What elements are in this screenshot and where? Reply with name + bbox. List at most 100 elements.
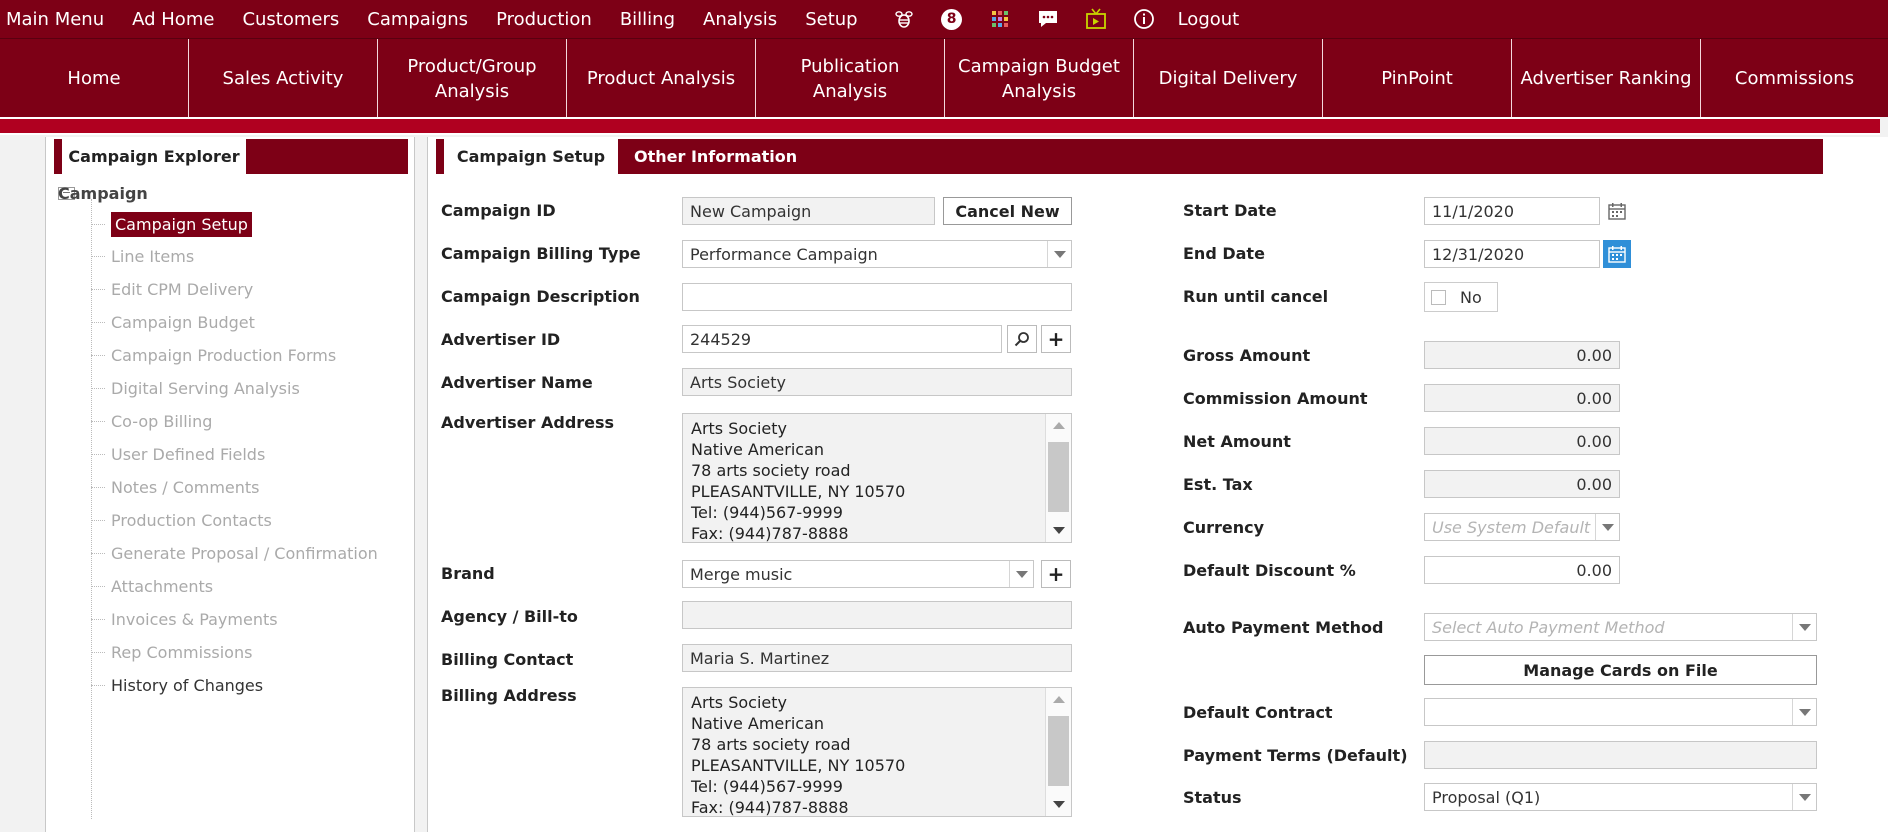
currency-label: Currency xyxy=(1183,518,1265,537)
address-line: Tel: (944)567-9999 xyxy=(691,777,843,796)
app-grid-icon[interactable] xyxy=(988,7,1012,31)
campaign-explorer-panel: Campaign Explorer − Campaign Campaign Se… xyxy=(45,137,415,832)
tree-item-notes-comments[interactable]: Notes / Comments xyxy=(91,472,260,502)
menu-production[interactable]: Production xyxy=(490,9,600,30)
chevron-down-icon[interactable] xyxy=(1792,784,1816,810)
brand-label: Brand xyxy=(441,564,495,583)
tree-item-user-defined-fields[interactable]: User Defined Fields xyxy=(91,439,265,469)
menu-analysis[interactable]: Analysis xyxy=(697,9,785,30)
campaign-id-label: Campaign ID xyxy=(441,201,556,220)
checkbox-box xyxy=(1431,289,1446,305)
tree-item-rep-commissions[interactable]: Rep Commissions xyxy=(91,637,252,667)
info-icon[interactable] xyxy=(1132,7,1156,31)
chevron-down-icon[interactable] xyxy=(1792,614,1816,640)
tree-item-edit-cpm-delivery[interactable]: Edit CPM Delivery xyxy=(91,274,253,304)
nav-campaign-budget-analysis[interactable]: Campaign Budget Analysis xyxy=(945,39,1134,118)
billing-contact-label: Billing Contact xyxy=(441,650,574,669)
chevron-down-icon[interactable] xyxy=(1595,514,1619,540)
billing-type-label: Campaign Billing Type xyxy=(441,244,641,263)
tree-item-campaign-setup[interactable]: Campaign Setup xyxy=(91,209,252,239)
calendar-icon[interactable] xyxy=(1603,240,1631,268)
menu-billing[interactable]: Billing xyxy=(614,9,683,30)
billing-contact-field[interactable]: Maria S. Martinez xyxy=(682,644,1072,672)
start-date-input[interactable]: 11/1/2020 xyxy=(1424,197,1600,225)
tree-item-history-of-changes[interactable]: History of Changes xyxy=(91,670,263,700)
tree-item-attachments[interactable]: Attachments xyxy=(91,571,213,601)
advertiser-name-field[interactable]: Arts Society xyxy=(682,368,1072,396)
brand-select[interactable]: Merge music xyxy=(682,560,1034,588)
tv-icon[interactable] xyxy=(1084,7,1108,31)
search-advertiser-button[interactable] xyxy=(1007,325,1037,353)
advertiser-id-input[interactable]: 244529 xyxy=(682,325,1002,353)
tree-root-campaign[interactable]: − Campaign xyxy=(58,181,148,205)
nav-publication-analysis[interactable]: Publication Analysis xyxy=(756,39,945,118)
plus-icon: + xyxy=(1047,562,1065,586)
campaign-id-field[interactable]: New Campaign xyxy=(682,197,935,225)
add-advertiser-button[interactable]: + xyxy=(1041,325,1071,353)
menu-ad-home[interactable]: Ad Home xyxy=(126,9,222,30)
end-date-input[interactable]: 12/31/2020 xyxy=(1424,240,1600,268)
scrollbar[interactable] xyxy=(1045,414,1071,542)
manage-cards-button[interactable]: Manage Cards on File xyxy=(1424,655,1817,685)
nav-commissions[interactable]: Commissions xyxy=(1701,39,1888,118)
calendar-icon[interactable] xyxy=(1603,197,1631,225)
scrollbar[interactable] xyxy=(1045,688,1071,816)
tree-item-line-items[interactable]: Line Items xyxy=(91,241,194,271)
brand-value: Merge music xyxy=(690,564,793,584)
tree-item-generate-proposal[interactable]: Generate Proposal / Confirmation xyxy=(91,538,378,568)
advertiser-address-memo[interactable]: Arts Society Native American 78 arts soc… xyxy=(682,413,1072,543)
address-line: Native American xyxy=(691,440,825,459)
logout-link[interactable]: Logout xyxy=(1172,9,1248,30)
nav-pinpoint[interactable]: PinPoint xyxy=(1323,39,1512,118)
net-amount-field[interactable]: 0.00 xyxy=(1424,427,1620,455)
tree-root-label: Campaign xyxy=(58,183,148,203)
menu-customers[interactable]: Customers xyxy=(236,9,347,30)
currency-select[interactable]: Use System Default xyxy=(1424,513,1620,541)
notification-count: 8 xyxy=(941,8,963,30)
nav-advertiser-ranking[interactable]: Advertiser Ranking xyxy=(1512,39,1701,118)
add-brand-button[interactable]: + xyxy=(1041,560,1071,588)
nav-product-group-analysis[interactable]: Product/Group Analysis xyxy=(378,39,567,118)
tree-item-campaign-budget[interactable]: Campaign Budget xyxy=(91,307,255,337)
tab-campaign-explorer[interactable]: Campaign Explorer xyxy=(62,139,246,174)
notification-badge-icon[interactable]: 8 xyxy=(940,7,964,31)
nav-digital-delivery[interactable]: Digital Delivery xyxy=(1134,39,1323,118)
nav-home[interactable]: Home xyxy=(0,39,189,118)
tree-item-production-forms[interactable]: Campaign Production Forms xyxy=(91,340,336,370)
commission-amount-field[interactable]: 0.00 xyxy=(1424,384,1620,412)
nav-product-analysis[interactable]: Product Analysis xyxy=(567,39,756,118)
address-line: PLEASANTVILLE, NY 10570 xyxy=(691,756,906,775)
chevron-down-icon[interactable] xyxy=(1009,561,1033,587)
status-select[interactable]: Proposal (Q1) xyxy=(1424,783,1817,811)
gross-amount-field[interactable]: 0.00 xyxy=(1424,341,1620,369)
tree-item-production-contacts[interactable]: Production Contacts xyxy=(91,505,272,535)
auto-payment-select[interactable]: Select Auto Payment Method xyxy=(1424,613,1817,641)
bee-icon[interactable] xyxy=(892,7,916,31)
top-menu-bar: Main Menu Ad Home Customers Campaigns Pr… xyxy=(0,0,1888,38)
chat-icon[interactable] xyxy=(1036,7,1060,31)
billing-address-memo[interactable]: Arts Society Native American 78 arts soc… xyxy=(682,687,1072,817)
tree-item-digital-serving-analysis[interactable]: Digital Serving Analysis xyxy=(91,373,300,403)
tree-item-coop-billing[interactable]: Co-op Billing xyxy=(91,406,212,436)
menu-setup[interactable]: Setup xyxy=(799,9,865,30)
chevron-down-icon[interactable] xyxy=(1047,241,1071,267)
default-contract-select[interactable] xyxy=(1424,698,1817,726)
tab-other-information[interactable]: Other Information xyxy=(634,139,797,174)
est-tax-field[interactable]: 0.00 xyxy=(1424,470,1620,498)
description-input[interactable] xyxy=(682,283,1072,311)
gross-amount-label: Gross Amount xyxy=(1183,346,1311,365)
agency-field[interactable] xyxy=(682,601,1072,629)
payment-terms-field[interactable] xyxy=(1424,741,1817,769)
run-until-cancel-checkbox[interactable]: No xyxy=(1424,282,1498,312)
menu-main[interactable]: Main Menu xyxy=(0,9,112,30)
tree-item-invoices-payments[interactable]: Invoices & Payments xyxy=(91,604,278,634)
default-discount-input[interactable]: 0.00 xyxy=(1424,556,1620,584)
tab-campaign-setup[interactable]: Campaign Setup xyxy=(444,139,618,174)
billing-type-select[interactable]: Performance Campaign xyxy=(682,240,1072,268)
chevron-down-icon[interactable] xyxy=(1792,699,1816,725)
cancel-new-button[interactable]: Cancel New xyxy=(943,197,1072,225)
nav-sales-activity[interactable]: Sales Activity xyxy=(189,39,378,118)
menu-campaigns[interactable]: Campaigns xyxy=(361,9,476,30)
accent-strip xyxy=(0,117,1880,135)
run-until-cancel-value: No xyxy=(1460,287,1482,307)
